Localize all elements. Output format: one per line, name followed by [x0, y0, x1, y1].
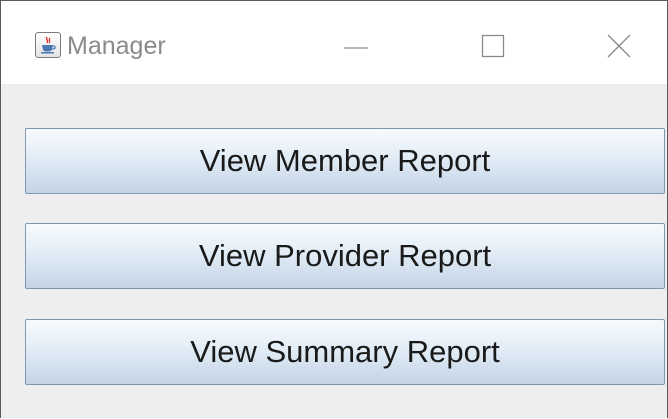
maximize-icon — [481, 34, 505, 58]
minimize-button[interactable] — [326, 21, 386, 71]
window-title: Manager — [67, 32, 166, 60]
view-member-report-button[interactable]: View Member Report — [25, 128, 665, 194]
java-cup-icon — [35, 32, 61, 58]
minimize-icon — [344, 47, 368, 49]
view-summary-report-button[interactable]: View Summary Report — [25, 319, 665, 385]
close-button[interactable] — [590, 21, 650, 71]
maximize-button[interactable] — [463, 21, 523, 71]
title-bar[interactable]: Manager — [1, 1, 667, 84]
view-provider-report-button[interactable]: View Provider Report — [25, 223, 665, 289]
manager-window: Manager View Member Report View Provider… — [0, 0, 668, 418]
close-icon — [607, 34, 631, 58]
